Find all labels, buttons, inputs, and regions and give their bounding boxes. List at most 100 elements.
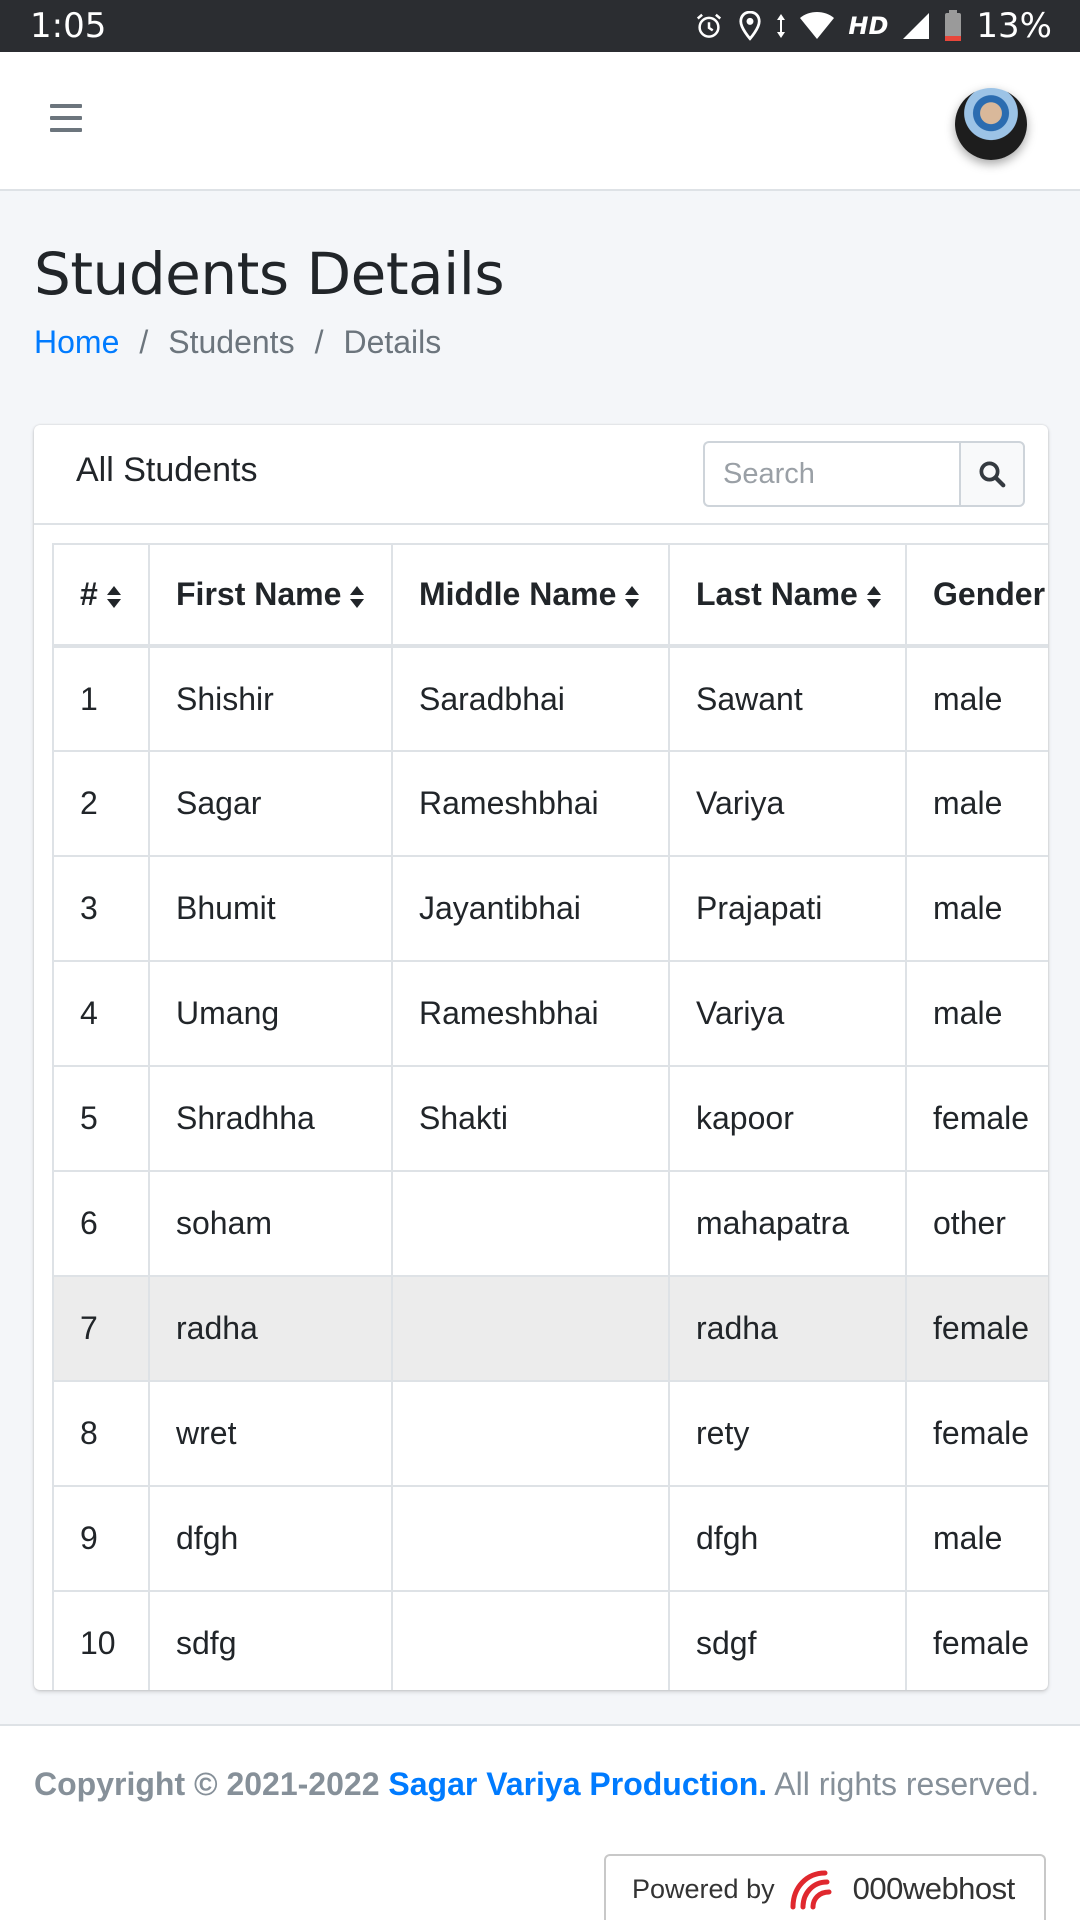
cell-last-name: Variya <box>668 750 907 857</box>
table-header-row: # First Name Middle Name Last Name Gende… <box>52 543 1048 648</box>
cell-middle-name: Jayantibhai <box>391 855 670 962</box>
cell-middle-name: Rameshbhai <box>391 750 670 857</box>
cell-middle-name <box>391 1485 670 1592</box>
cell-first-name: Shradhha <box>148 1065 393 1172</box>
cell-index: 7 <box>52 1275 150 1382</box>
hamburger-icon[interactable] <box>50 104 82 132</box>
cell-middle-name <box>391 1380 670 1487</box>
alarm-icon <box>697 13 722 38</box>
table-row[interactable]: 10 sdfg sdgf female <box>52 1590 1048 1690</box>
cell-index: 6 <box>52 1170 150 1277</box>
search-group <box>703 441 1025 507</box>
data-arrows-icon <box>777 14 786 38</box>
search-icon <box>979 461 1006 488</box>
cell-gender: male <box>905 645 1048 752</box>
cell-last-name: sdgf <box>668 1590 907 1690</box>
table-row[interactable]: 5 Shradhha Shakti kapoor female <box>52 1065 1048 1172</box>
cell-middle-name: Saradbhai <box>391 645 670 752</box>
table-row-hovered[interactable]: 7 radha radha female <box>52 1275 1048 1382</box>
cell-last-name: Sawant <box>668 645 907 752</box>
table-row[interactable]: 8 wret rety female <box>52 1380 1048 1487</box>
table-row[interactable]: 4 Umang Rameshbhai Variya male <box>52 960 1048 1067</box>
sort-icon <box>624 585 640 609</box>
cell-last-name: kapoor <box>668 1065 907 1172</box>
cell-gender: female <box>905 1590 1048 1690</box>
table-row[interactable]: 9 dfgh dfgh male <box>52 1485 1048 1592</box>
status-icons: HD 13% <box>694 6 1052 46</box>
cell-gender: female <box>905 1275 1048 1382</box>
breadcrumb-separator: / <box>314 324 324 360</box>
cell-gender: female <box>905 1065 1048 1172</box>
cell-gender: male <box>905 855 1048 962</box>
battery-icon <box>945 10 962 41</box>
page-footer: Copyright © 2021-2022 Sagar Variya Produ… <box>0 1724 1080 1920</box>
powered-by-badge[interactable]: Powered by 000webhost <box>604 1854 1046 1920</box>
table-container[interactable]: # First Name Middle Name Last Name Gende… <box>52 543 1048 1690</box>
cell-index: 10 <box>52 1590 150 1690</box>
webhost-name: 000webhost <box>852 1871 1016 1906</box>
cell-first-name: sdfg <box>148 1590 393 1690</box>
cell-index: 9 <box>52 1485 150 1592</box>
table-row[interactable]: 3 Bhumit Jayantibhai Prajapati male <box>52 855 1048 962</box>
sort-icon <box>106 585 122 609</box>
copyright-prefix: Copyright © 2021-2022 <box>34 1766 380 1802</box>
cell-middle-name: Shakti <box>391 1065 670 1172</box>
column-header-last-name[interactable]: Last Name <box>668 543 907 648</box>
cell-gender: male <box>905 750 1048 857</box>
cell-index: 8 <box>52 1380 150 1487</box>
search-button[interactable] <box>959 441 1025 507</box>
breadcrumb-home-link[interactable]: Home <box>34 324 119 361</box>
cell-index: 5 <box>52 1065 150 1172</box>
sort-icon <box>866 585 882 609</box>
rights-text: All rights reserved. <box>774 1766 1040 1802</box>
cell-middle-name <box>391 1170 670 1277</box>
cell-middle-name <box>391 1275 670 1382</box>
cell-gender: other <box>905 1170 1048 1277</box>
breadcrumb-separator: / <box>139 324 149 360</box>
card-title: All Students <box>76 451 258 489</box>
cell-last-name: mahapatra <box>668 1170 907 1277</box>
cell-first-name: Bhumit <box>148 855 393 962</box>
column-header-first-name[interactable]: First Name <box>148 543 393 648</box>
table-row[interactable]: 2 Sagar Rameshbhai Variya male <box>52 750 1048 857</box>
brand-link[interactable]: Sagar Variya Production. <box>388 1766 767 1802</box>
status-bar: 1:05 HD 13% <box>0 0 1080 52</box>
table-row[interactable]: 6 soham mahapatra other <box>52 1170 1048 1277</box>
cell-index: 3 <box>52 855 150 962</box>
table-row[interactable]: 1 Shishir Saradbhai Sawant male <box>52 645 1048 752</box>
cell-gender: male <box>905 1485 1048 1592</box>
column-header-index[interactable]: # <box>52 543 150 648</box>
user-avatar[interactable] <box>955 88 1027 160</box>
cell-index: 2 <box>52 750 150 857</box>
cell-last-name: dfgh <box>668 1485 907 1592</box>
powered-by-label: Powered by <box>632 1873 775 1904</box>
search-input[interactable] <box>703 441 959 507</box>
cell-last-name: rety <box>668 1380 907 1487</box>
cell-first-name: soham <box>148 1170 393 1277</box>
cell-index: 1 <box>52 645 150 752</box>
cell-first-name: Shishir <box>148 645 393 752</box>
cell-first-name: dfgh <box>148 1485 393 1592</box>
copyright-text: Copyright © 2021-2022 Sagar Variya Produ… <box>34 1766 1039 1803</box>
webhost-logo-icon <box>790 1870 832 1910</box>
cell-gender: male <box>905 960 1048 1067</box>
battery-percent: 13% <box>976 6 1052 46</box>
cell-last-name: radha <box>668 1275 907 1382</box>
cell-index: 4 <box>52 960 150 1067</box>
top-navbar <box>0 52 1080 191</box>
cell-first-name: wret <box>148 1380 393 1487</box>
students-table: # First Name Middle Name Last Name Gende… <box>52 543 1048 1690</box>
page-title: Students Details <box>34 240 505 308</box>
cell-last-name: Variya <box>668 960 907 1067</box>
cell-middle-name <box>391 1590 670 1690</box>
cell-first-name: Umang <box>148 960 393 1067</box>
breadcrumb: Home / Students / Details <box>34 324 441 361</box>
column-header-middle-name[interactable]: Middle Name <box>391 543 670 648</box>
status-time: 1:05 <box>30 6 107 46</box>
column-header-gender[interactable]: Gender <box>905 543 1048 648</box>
wifi-icon <box>800 12 835 39</box>
cell-gender: female <box>905 1380 1048 1487</box>
location-icon <box>739 11 762 41</box>
card-header: All Students <box>34 425 1048 525</box>
breadcrumb-students: Students <box>168 324 295 360</box>
